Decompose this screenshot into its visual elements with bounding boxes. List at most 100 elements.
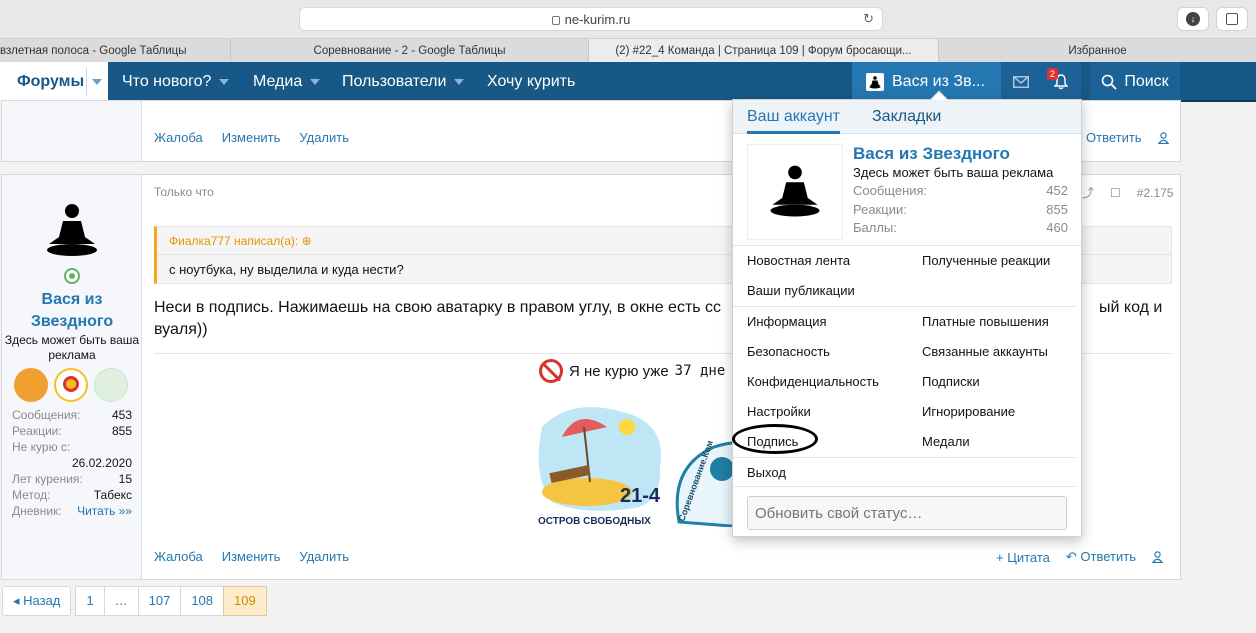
browser-toolbar: ne-kurim.ru ↻ ↓	[0, 0, 1256, 38]
quote-button[interactable]: + Цитата	[996, 550, 1050, 565]
menu-link-connected-accounts[interactable]: Связанные аккаунты	[922, 344, 1048, 359]
cartoon-badge-icon[interactable]	[94, 368, 128, 402]
tab-forum[interactable]: (2) #22_4 Команда | Страница 109 | Форум…	[589, 39, 939, 62]
author-stats: Сообщения: 453 Реакции: 855 Не курю с: 26.…	[12, 407, 132, 519]
arrow-up-circle-icon[interactable]: ⊕	[302, 234, 312, 248]
tab-your-account[interactable]: Ваш аккаунт	[747, 100, 840, 134]
user-icon[interactable]	[1157, 131, 1169, 144]
post-time[interactable]: Только что	[154, 185, 214, 199]
stat-value: 15	[118, 472, 132, 486]
nav-inbox[interactable]	[1001, 62, 1041, 102]
tab-sheets-2[interactable]: Соревнование - 2 - Google Таблицы	[231, 39, 589, 62]
page-1[interactable]: 1	[75, 586, 105, 616]
nav-whats-new[interactable]: Что нового?	[122, 62, 230, 102]
tab-overview-button[interactable]	[1216, 7, 1248, 31]
tab-bookmarks[interactable]: Закладки	[872, 100, 941, 134]
menu-link-your-posts[interactable]: Ваши публикации	[747, 283, 855, 298]
reply-link[interactable]: ↶ Ответить	[1066, 549, 1136, 565]
address-bar[interactable]: ne-kurim.ru ↻	[299, 7, 883, 31]
reload-icon[interactable]: ↻	[863, 11, 874, 27]
post-actions: Жалоба Изменить Удалить	[154, 130, 349, 145]
bookmark-icon[interactable]: ☐	[1110, 186, 1121, 200]
pagination: ◂ Назад 1 … 107 108 109	[2, 586, 267, 616]
tab-favorites[interactable]: Избранное	[939, 39, 1256, 62]
prev-page-button[interactable]: ◂ Назад	[2, 586, 72, 616]
trophy-icon[interactable]	[14, 368, 48, 402]
nav-forums[interactable]: Форумы	[0, 62, 108, 102]
online-status-icon	[64, 268, 80, 284]
menu-stat: Реакции: 855	[853, 202, 1068, 217]
stat-row: Метод: Табекс	[12, 487, 132, 503]
menu-link-account-details[interactable]: Информация	[747, 314, 827, 329]
page-107[interactable]: 107	[137, 586, 182, 616]
quit-date: 26.02.2020	[71, 456, 132, 470]
user-avatar[interactable]	[46, 203, 98, 259]
edit-link[interactable]: Изменить	[222, 549, 281, 564]
nav-users[interactable]: Пользователи	[342, 62, 465, 102]
post-number[interactable]: #2.175	[1137, 186, 1174, 200]
post-actions-right: + Цитата ↶ Ответить	[996, 549, 1163, 565]
envelope-icon	[1013, 76, 1029, 88]
menu-divider	[733, 306, 1076, 307]
highlight-circle	[732, 424, 818, 454]
menu-link-following[interactable]: Подписки	[922, 374, 980, 389]
menu-link-privacy[interactable]: Конфиденциальность	[747, 374, 879, 389]
chevron-down-icon[interactable]	[310, 79, 321, 85]
menu-stat: Баллы: 460	[853, 220, 1068, 235]
nav-alerts[interactable]: 2	[1041, 62, 1081, 102]
menu-link-ignoring[interactable]: Игнорирование	[922, 404, 1015, 419]
diary-link[interactable]: Читать »»	[77, 503, 132, 519]
report-link[interactable]: Жалоба	[154, 130, 203, 145]
author-name[interactable]: Вася из Звездного	[2, 289, 142, 333]
stat-key: Реакции:	[853, 202, 907, 217]
menu-username[interactable]: Вася из Звездного	[853, 144, 1010, 164]
quote-author[interactable]: Фиалка777 написал(а): ⊕	[169, 234, 312, 248]
menu-user-title: Здесь может быть ваша реклама	[853, 165, 1054, 180]
delete-link[interactable]: Удалить	[299, 130, 349, 145]
nav-search[interactable]: Поиск	[1090, 62, 1180, 102]
nav-media[interactable]: Медиа	[253, 62, 321, 102]
online-dot	[69, 273, 75, 279]
page-list: 1 … 107 108 109	[75, 586, 267, 616]
user-icon[interactable]	[1151, 551, 1163, 563]
edit-link[interactable]: Изменить	[222, 130, 281, 145]
menu-link-security[interactable]: Безопасность	[747, 344, 830, 359]
stat-key: Не курю с:	[12, 440, 71, 454]
stat-value: 453	[111, 408, 132, 422]
menu-link-medals[interactable]: Медали	[922, 434, 970, 449]
forum-navbar: Форумы Что нового? Медиа Пользователи Хо…	[0, 62, 1256, 102]
quote-text: с ноутбука, ну выделила и куда нести?	[169, 262, 404, 277]
chevron-down-icon[interactable]	[92, 79, 102, 85]
menu-link-news-feed[interactable]: Новостная лента	[747, 253, 850, 268]
menu-link-paid-upgrades[interactable]: Платные повышения	[922, 314, 1049, 329]
delete-link[interactable]: Удалить	[299, 549, 349, 564]
nav-whats-new-label: Что нового?	[122, 73, 212, 90]
status-input[interactable]	[747, 496, 1067, 530]
message-text-c: вуаля))	[154, 321, 208, 338]
nav-want-smoke[interactable]: Хочу курить	[487, 62, 575, 102]
stat-key: Сообщения:	[12, 408, 81, 422]
medal-icon[interactable]	[54, 368, 88, 402]
reply-link[interactable]: Ответить	[1086, 130, 1142, 145]
stat-row: Реакции: 855	[12, 423, 132, 439]
report-link[interactable]: Жалоба	[154, 549, 203, 564]
menu-link-logout[interactable]: Выход	[747, 465, 786, 480]
island-banner[interactable]: 21-4 ОСТРОВ СВОБОДНЫХ	[532, 397, 672, 527]
page-ellipsis[interactable]: …	[103, 586, 139, 616]
menu-avatar[interactable]	[747, 144, 843, 240]
menu-divider	[733, 457, 1076, 458]
nav-account[interactable]: Вася из Зв...	[852, 62, 1001, 102]
menu-link-preferences[interactable]: Настройки	[747, 404, 811, 419]
stat-value: Табекс	[93, 488, 132, 502]
chevron-down-icon[interactable]	[454, 79, 465, 85]
page-109-current[interactable]: 109	[223, 586, 267, 616]
stat-key: Реакции:	[12, 424, 62, 438]
message-text-a: Неси в подпись. Нажимаешь на свою аватар…	[154, 299, 722, 316]
menu-link-reactions-received[interactable]: Полученные реакции	[922, 253, 1050, 268]
nav-users-label: Пользователи	[342, 73, 447, 90]
downloads-button[interactable]: ↓	[1177, 7, 1209, 31]
share-icon[interactable]: ⤴	[1082, 184, 1094, 201]
tab-sheets-1[interactable]: взлетная полоса - Google Таблицы	[0, 39, 231, 62]
chevron-down-icon[interactable]	[219, 79, 230, 85]
page-108[interactable]: 108	[180, 586, 225, 616]
